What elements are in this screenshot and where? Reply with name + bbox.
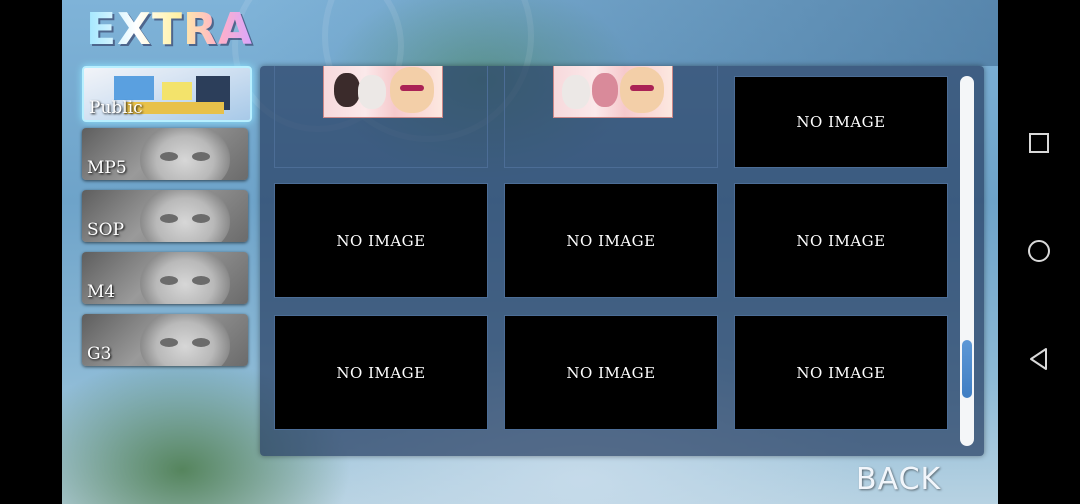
no-image-label: NO IMAGE	[566, 363, 656, 382]
tab-thumb	[114, 76, 154, 100]
home-circle-icon[interactable]	[1026, 238, 1052, 264]
tab-label: G3	[87, 344, 112, 364]
character-portrait	[140, 128, 230, 180]
tab-thumb	[162, 82, 192, 100]
gallery-cell-empty[interactable]: NO IMAGE	[504, 183, 718, 298]
tab-label: MP5	[87, 158, 127, 178]
thumbnail-image	[553, 66, 673, 118]
game-viewport: EXTRA Public MP5 SOP M4 G3 NO IMAGE NO I…	[62, 0, 998, 504]
tab-label: M4	[87, 282, 116, 302]
letterbox-left	[0, 0, 62, 504]
scrollbar-thumb[interactable]	[962, 340, 972, 398]
gallery-scrollbar[interactable]	[960, 76, 974, 446]
top-strip	[252, 0, 998, 66]
android-nav-bar	[998, 0, 1080, 504]
gallery-thumbnail[interactable]	[274, 66, 488, 168]
gallery-cell-empty[interactable]: NO IMAGE	[504, 315, 718, 430]
gallery-cell-empty[interactable]: NO IMAGE	[274, 315, 488, 430]
tab-mp5[interactable]: MP5	[82, 128, 248, 180]
no-image-label: NO IMAGE	[336, 231, 426, 250]
gallery-cell-empty[interactable]: NO IMAGE	[274, 183, 488, 298]
back-triangle-icon[interactable]	[1026, 346, 1052, 372]
tab-g3[interactable]: G3	[82, 314, 248, 366]
no-image-label: NO IMAGE	[796, 363, 886, 382]
gallery-cell-empty[interactable]: NO IMAGE	[734, 76, 948, 168]
gallery-panel: NO IMAGE NO IMAGE NO IMAGE NO IMAGE NO I…	[260, 66, 984, 456]
character-portrait	[140, 190, 230, 242]
thumbnail-image	[323, 66, 443, 118]
no-image-label: NO IMAGE	[566, 231, 656, 250]
recents-square-icon[interactable]	[1026, 130, 1052, 156]
tab-m4[interactable]: M4	[82, 252, 248, 304]
character-portrait	[140, 314, 230, 366]
tab-label: SOP	[87, 220, 125, 240]
gallery-cell-empty[interactable]: NO IMAGE	[734, 315, 948, 430]
tab-sop[interactable]: SOP	[82, 190, 248, 242]
gallery-thumbnail[interactable]	[504, 66, 718, 168]
no-image-label: NO IMAGE	[336, 363, 426, 382]
tab-public[interactable]: Public	[82, 66, 252, 122]
no-image-label: NO IMAGE	[796, 231, 886, 250]
tab-label: Public	[89, 98, 143, 118]
back-button[interactable]: BACK	[856, 462, 956, 502]
no-image-label: NO IMAGE	[796, 113, 886, 131]
screen-title: EXTRA	[86, 4, 253, 55]
gallery-cell-empty[interactable]: NO IMAGE	[734, 183, 948, 298]
character-portrait	[140, 252, 230, 304]
